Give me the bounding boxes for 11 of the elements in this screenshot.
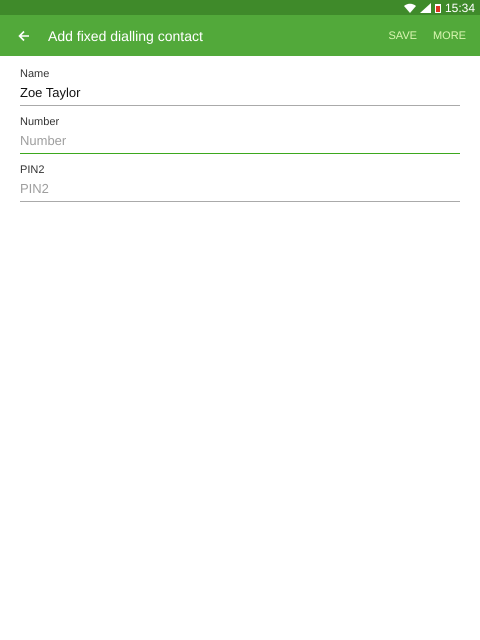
action-button[interactable]: SAVE [380, 24, 425, 48]
clock-time: 15:34 [444, 0, 475, 14]
field-label: Name [20, 68, 50, 80]
field-label: PIN2 [20, 164, 46, 176]
back-arrow-icon [18, 30, 30, 42]
wifi-icon [404, 2, 416, 12]
signal-icon [420, 2, 431, 12]
screen-title: Add fixed dialling contact [48, 28, 204, 44]
field-label: Number [20, 116, 60, 128]
action-button[interactable]: MORE [425, 24, 474, 48]
battery-icon [434, 2, 441, 12]
